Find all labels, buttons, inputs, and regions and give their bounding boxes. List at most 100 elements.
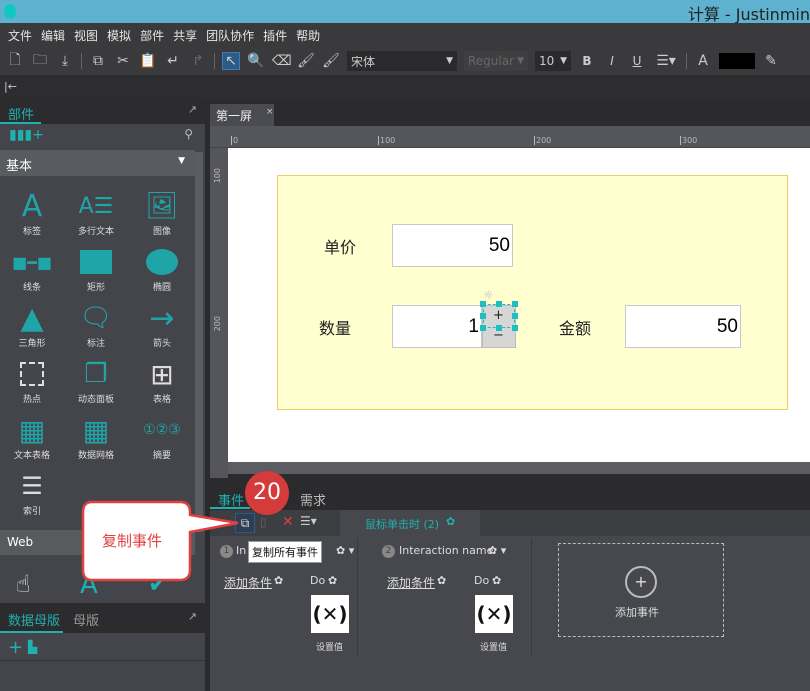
- resize-handle[interactable]: [480, 313, 486, 319]
- tab-requirements[interactable]: 需求: [300, 490, 326, 509]
- save-icon[interactable]: ⤓: [56, 53, 74, 69]
- close-icon[interactable]: ×: [266, 107, 274, 117]
- select-pointer-icon[interactable]: ↖: [222, 52, 240, 70]
- font-style-select[interactable]: Regular ▼: [464, 51, 528, 71]
- pen-icon[interactable]: ✎: [762, 53, 780, 69]
- copy-icon[interactable]: ⧉: [89, 53, 107, 69]
- add-icon[interactable]: +: [8, 637, 23, 658]
- tab-masters[interactable]: 母版: [73, 610, 99, 629]
- gear-icon[interactable]: ✿ ▾: [488, 544, 506, 557]
- gear-icon[interactable]: ✿ ▾: [336, 544, 354, 557]
- gear-icon[interactable]: ✿: [446, 515, 455, 528]
- widget-triangle[interactable]: ▲ 三角形: [0, 300, 64, 350]
- widget-data-grid[interactable]: ▦ 数据网格: [64, 412, 128, 462]
- italic-button[interactable]: I: [603, 54, 621, 68]
- resize-handle[interactable]: [496, 301, 502, 307]
- total-input[interactable]: [625, 305, 741, 348]
- rotate-gear-icon[interactable]: ☼: [483, 288, 494, 302]
- widget-rectangle[interactable]: 矩形: [64, 244, 128, 293]
- tab-first-screen[interactable]: 第一屏 ×: [210, 104, 274, 126]
- widget-index[interactable]: ☰ 索引: [0, 468, 64, 517]
- event-tab-label: 鼠标单击时 (2): [365, 518, 440, 531]
- tab-widgets[interactable]: 部件: [8, 104, 34, 123]
- add-library-icon[interactable]: ▮▮▮+: [9, 127, 44, 143]
- library-select[interactable]: 基本 ▼: [0, 150, 195, 176]
- horizontal-scrollbar[interactable]: [228, 462, 810, 474]
- resize-handle[interactable]: [512, 313, 518, 319]
- font-size-select[interactable]: 10 ▼: [535, 51, 571, 71]
- gear-icon[interactable]: ✿: [437, 574, 446, 587]
- quantity-input[interactable]: [392, 305, 482, 348]
- widget-text-table[interactable]: ▦ 文本表格: [0, 412, 64, 462]
- widget-hotspot[interactable]: 热点: [0, 356, 64, 405]
- widget-image[interactable]: 🖼 图像: [130, 188, 194, 237]
- gear-icon[interactable]: ✿: [328, 574, 337, 587]
- add-master-icon[interactable]: ▙: [28, 640, 37, 654]
- add-condition-link[interactable]: 添加条件: [387, 574, 435, 591]
- format-painter-settings-icon[interactable]: 🖌: [322, 53, 340, 69]
- zoom-icon[interactable]: 🔍: [247, 53, 265, 69]
- gear-icon[interactable]: ✿: [274, 574, 283, 587]
- popout-icon[interactable]: ↗: [188, 610, 197, 623]
- popout-icon[interactable]: ↗: [188, 103, 197, 116]
- tab-data-masters[interactable]: 数据母版: [8, 610, 60, 629]
- gear-icon[interactable]: ✿: [492, 574, 501, 587]
- widget-caption: 文本表格: [13, 451, 50, 461]
- resize-handle[interactable]: [496, 325, 502, 331]
- widget-table[interactable]: ⊞ 表格: [130, 356, 194, 406]
- add-event-label: 添加事件: [615, 606, 659, 619]
- widget-line[interactable]: ■━■ 线条: [0, 244, 64, 294]
- menu-edit[interactable]: 编辑: [41, 27, 65, 44]
- menu-simulate[interactable]: 模拟: [107, 27, 131, 44]
- widget-callout[interactable]: 🗨 标注: [64, 300, 128, 349]
- resize-handle[interactable]: [512, 301, 518, 307]
- bold-button[interactable]: B: [578, 54, 596, 68]
- widget-label[interactable]: A 标签: [0, 188, 64, 238]
- new-file-icon[interactable]: 🗋: [6, 49, 24, 73]
- format-painter-icon[interactable]: 🖌: [297, 53, 315, 69]
- web-section-label: Web: [7, 535, 34, 549]
- set-value-action-icon[interactable]: (✕): [475, 595, 513, 633]
- chevron-down-icon: ▼: [446, 56, 453, 66]
- align-icon[interactable]: ☰▾: [653, 53, 679, 69]
- collapse-icon[interactable]: |←: [4, 80, 17, 93]
- widget-caption: 表格: [152, 395, 171, 405]
- underline-button[interactable]: U: [628, 54, 646, 68]
- add-event-button[interactable]: + 添加事件: [558, 543, 724, 637]
- widget-summary[interactable]: ①②③ 摘要: [130, 412, 194, 461]
- menu-widgets[interactable]: 部件: [140, 27, 164, 44]
- widget-dynamic-panel[interactable]: ❐ 动态面板: [64, 356, 128, 405]
- resize-handle[interactable]: [512, 325, 518, 331]
- eraser-icon[interactable]: ⌫: [272, 53, 292, 69]
- widget-paragraph[interactable]: A☰ 多行文本: [64, 188, 128, 238]
- widget-ellipse[interactable]: 椭圆: [130, 244, 194, 293]
- set-value-action-icon[interactable]: (✕): [311, 595, 349, 633]
- menu-file[interactable]: 文件: [8, 27, 32, 44]
- font-color-button[interactable]: A: [694, 53, 712, 69]
- font-family-select[interactable]: 宋体 ▼: [347, 51, 457, 71]
- menu-help[interactable]: 帮助: [296, 27, 320, 44]
- scrollbar[interactable]: [195, 152, 203, 532]
- button-widget-icon[interactable]: ☝: [16, 570, 31, 598]
- cut-icon[interactable]: ✂: [114, 53, 132, 69]
- redo-icon[interactable]: ↱: [189, 53, 207, 69]
- event-tab-onclick[interactable]: 鼠标单击时 (2) ✿: [340, 510, 480, 536]
- widget-arrow[interactable]: → 箭头: [130, 300, 194, 350]
- paste-icon[interactable]: ▯: [260, 515, 267, 529]
- menu-share[interactable]: 共享: [173, 27, 197, 44]
- menu-view[interactable]: 视图: [74, 27, 98, 44]
- open-folder-icon[interactable]: 🗀: [31, 49, 49, 73]
- undo-icon[interactable]: ↵: [164, 53, 182, 69]
- callout-text: 复制事件: [102, 532, 163, 550]
- unit-price-input[interactable]: [392, 224, 513, 267]
- interaction-name[interactable]: Interaction name: [399, 544, 493, 557]
- menu-bar: 文件 编辑 视图 模拟 部件 共享 团队协作 插件 帮助: [0, 23, 810, 47]
- menu-plugins[interactable]: 插件: [263, 27, 287, 44]
- font-color-swatch[interactable]: [719, 53, 755, 69]
- delete-icon[interactable]: ✕: [282, 514, 294, 530]
- menu-icon[interactable]: ☰▾: [300, 514, 317, 528]
- search-icon[interactable]: ⚲: [184, 127, 193, 141]
- paste-icon[interactable]: 📋: [139, 53, 157, 69]
- menu-team[interactable]: 团队协作: [206, 27, 254, 44]
- resize-handle[interactable]: [480, 325, 486, 331]
